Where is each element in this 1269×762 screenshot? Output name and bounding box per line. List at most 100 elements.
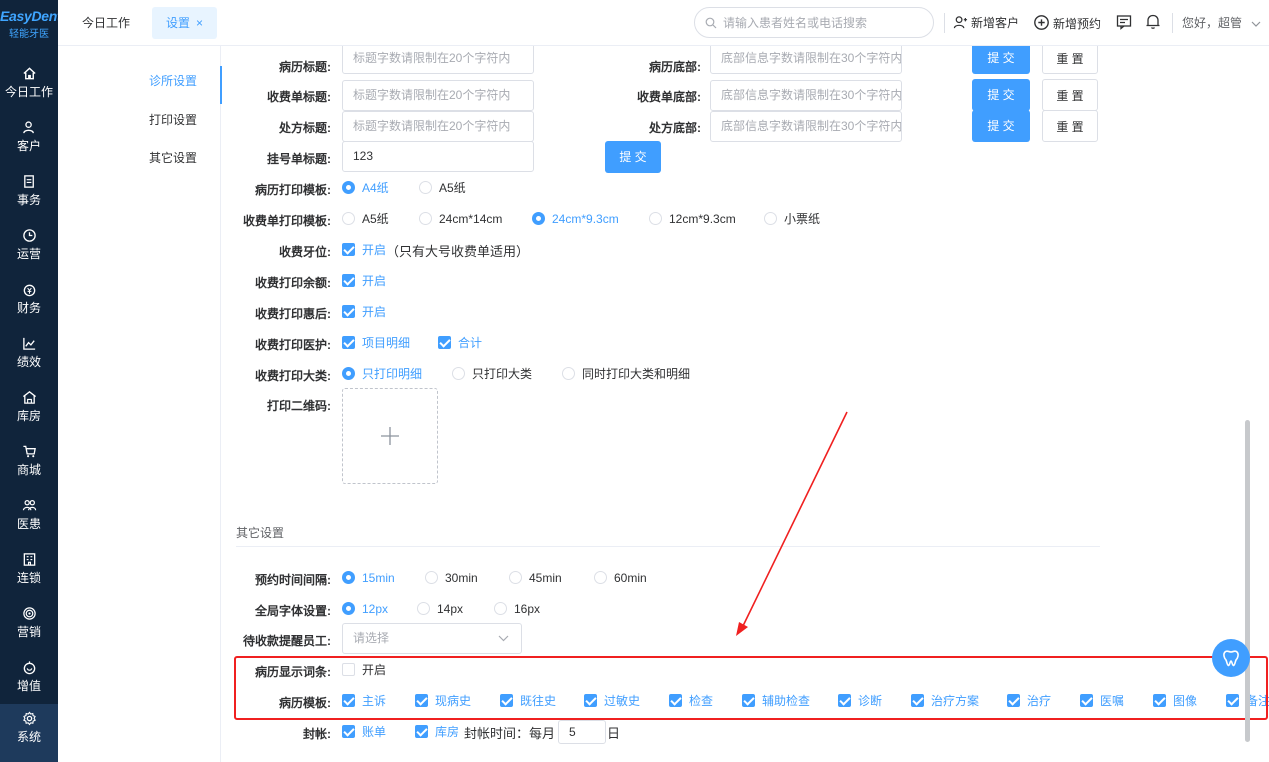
receipt-submit-button[interactable]: 提 交	[972, 79, 1030, 111]
nav-item-marketing[interactable]: 营销	[0, 603, 58, 653]
search-box[interactable]	[694, 7, 934, 38]
checkbox-warehouse[interactable]: 库房	[415, 724, 459, 740]
subnav-other-settings[interactable]: 其它设置	[58, 143, 221, 173]
checkbox-tooth-position[interactable]: 开启	[342, 242, 386, 258]
subnav-clinic-settings[interactable]: 诊所设置	[58, 66, 222, 104]
record-footer-input[interactable]: 底部信息字数请限制在30个字符内	[710, 46, 902, 74]
option-label: A5纸	[439, 181, 466, 195]
user-menu[interactable]: 您好，超管	[1182, 14, 1264, 32]
nav-item-performance[interactable]: 绩效	[0, 333, 58, 383]
logo-sub: 轻能牙医	[9, 29, 49, 40]
radio-a5[interactable]: A5纸	[342, 211, 389, 227]
tab-today[interactable]: 今日工作	[68, 7, 144, 39]
message-icon[interactable]	[1116, 14, 1132, 30]
radio-24x14[interactable]: 24cm*14cm	[419, 211, 502, 227]
nav-item-today[interactable]: 今日工作	[0, 63, 58, 113]
reminder-select[interactable]: 请选择	[342, 623, 522, 654]
prescription-footer-input[interactable]: 底部信息字数请限制在30个字符内	[710, 111, 902, 142]
closing-day-input[interactable]: 5	[558, 720, 606, 744]
plus-icon	[381, 427, 399, 445]
radio-category-only[interactable]: 只打印大类	[452, 366, 532, 382]
document-icon	[23, 175, 34, 188]
record-submit-button[interactable]: 提 交	[972, 46, 1030, 74]
option-label: 开启	[362, 274, 387, 288]
new-appointment-button[interactable]: 新增预约	[1033, 14, 1101, 32]
nav-item-operation[interactable]: 运营	[0, 225, 58, 275]
tab-settings[interactable]: 设置 ×	[152, 7, 218, 39]
option-label: 账单	[362, 725, 387, 739]
nav-item-customer[interactable]: 客户	[0, 117, 58, 167]
receipt-footer-input[interactable]: 底部信息字数请限制在30个字符内	[710, 80, 902, 111]
tab-label: 今日工作	[82, 16, 131, 30]
subnav-print-settings[interactable]: 打印设置	[58, 105, 221, 135]
nav-label: 连锁	[16, 571, 41, 585]
new-customer-button[interactable]: 新增客户	[953, 14, 1019, 32]
radio-16px[interactable]: 16px	[494, 601, 540, 617]
nav-item-system[interactable]: 系统	[0, 704, 58, 762]
field-label: 封帐:	[303, 727, 331, 741]
radio-14px[interactable]: 14px	[417, 601, 463, 617]
check-icon	[342, 305, 355, 318]
option-label: 只打印大类	[472, 367, 533, 381]
checkbox-bill[interactable]: 账单	[342, 724, 386, 740]
record-reset-button[interactable]: 重 置	[1042, 46, 1098, 74]
registration-title-input[interactable]: 123	[342, 141, 534, 172]
nav-label: 今日工作	[4, 85, 53, 99]
field-label: 病历底部:	[649, 60, 701, 74]
clock-icon	[22, 229, 36, 242]
nav-item-chain[interactable]: 连锁	[0, 549, 58, 599]
option-label: 只打印明细	[362, 367, 423, 381]
nav-label: 客户	[16, 139, 41, 153]
nav-label: 商城	[16, 463, 41, 477]
nav-item-affairs[interactable]: 事务	[0, 171, 58, 221]
radio-30min[interactable]: 30min	[425, 570, 478, 586]
logo-brand: EasyDent	[0, 8, 62, 24]
scrollbar[interactable]	[1245, 420, 1250, 742]
radio-dot	[419, 212, 432, 225]
receipt-title-input[interactable]: 标题字数请限制在20个字符内	[342, 80, 534, 111]
radio-a5[interactable]: A5纸	[419, 180, 466, 196]
radio-detail-only[interactable]: 只打印明细	[342, 366, 422, 382]
prescription-submit-button[interactable]: 提 交	[972, 110, 1030, 142]
radio-45min[interactable]: 45min	[509, 570, 562, 586]
radio-15min[interactable]: 15min	[342, 570, 395, 586]
radio-12px[interactable]: 12px	[342, 601, 388, 617]
record-title-input[interactable]: 标题字数请限制在20个字符内	[342, 46, 534, 74]
checkbox-discount[interactable]: 开启	[342, 304, 386, 320]
radio-both[interactable]: 同时打印大类和明细	[562, 366, 690, 382]
radio-a4[interactable]: A4纸	[342, 180, 389, 196]
radio-24x9[interactable]: 24cm*9.3cm	[532, 211, 619, 227]
target-icon	[22, 607, 36, 620]
radio-60min[interactable]: 60min	[594, 570, 647, 586]
nav-item-value-added[interactable]: 增值	[0, 657, 58, 707]
nav-item-warehouse[interactable]: 库房	[0, 387, 58, 437]
search-input[interactable]	[723, 14, 923, 32]
prescription-reset-button[interactable]: 重 置	[1042, 110, 1098, 142]
settings-subnav: 诊所设置 打印设置 其它设置	[58, 46, 222, 762]
registration-submit-button[interactable]: 提 交	[605, 141, 661, 173]
checkbox-balance[interactable]: 开启	[342, 273, 386, 289]
radio-12x9[interactable]: 12cm*9.3cm	[649, 211, 736, 227]
annotation-box	[234, 656, 1268, 720]
prescription-title-input[interactable]: 标题字数请限制在20个字符内	[342, 111, 534, 142]
bell-icon[interactable]	[1145, 13, 1161, 30]
close-icon[interactable]: ×	[196, 16, 203, 30]
nav-item-mall[interactable]: 商城	[0, 441, 58, 491]
option-label: 12cm*9.3cm	[669, 212, 736, 226]
radio-dot	[594, 571, 607, 584]
nav-label: 营销	[16, 625, 41, 639]
radio-ticket[interactable]: 小票纸	[764, 211, 820, 227]
qrcode-upload[interactable]	[342, 388, 438, 484]
checkbox-total[interactable]: 合计	[438, 335, 482, 351]
option-label: 60min	[614, 571, 647, 585]
receipt-reset-button[interactable]: 重 置	[1042, 79, 1098, 111]
nav-label: 运营	[16, 247, 41, 261]
logo[interactable]: EasyDent 轻能牙医	[0, 8, 62, 40]
nav-item-patients[interactable]: 医患	[0, 495, 58, 545]
field-label: 预约时间间隔:	[255, 573, 331, 587]
checkbox-item-detail[interactable]: 项目明细	[342, 335, 410, 351]
tooth-assistant-button[interactable]	[1212, 639, 1250, 677]
field-label: 收费打印余额:	[255, 276, 331, 290]
radio-dot	[342, 212, 355, 225]
nav-item-finance[interactable]: 财务	[0, 279, 58, 329]
